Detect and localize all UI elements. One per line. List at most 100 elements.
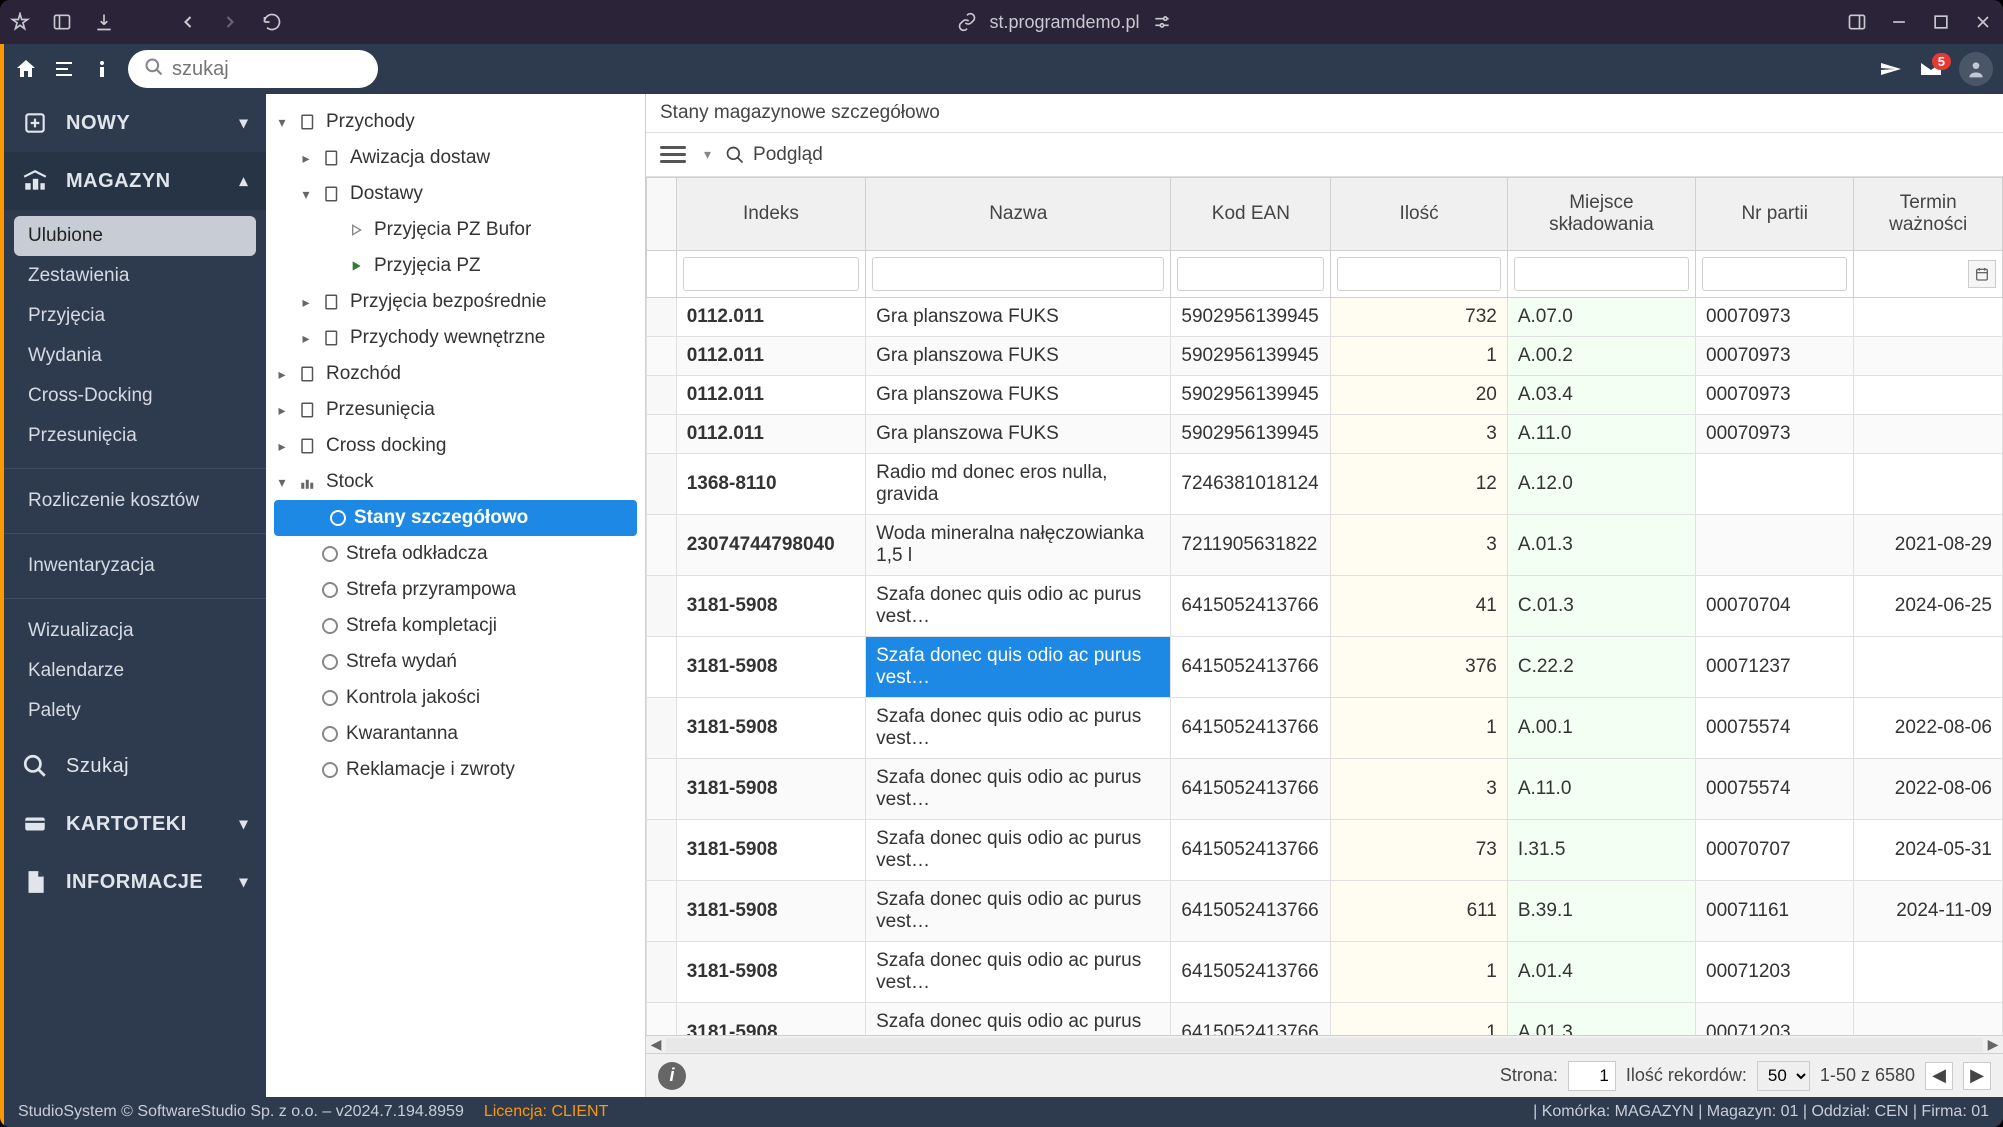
column-filter-input[interactable]: [1337, 257, 1501, 291]
cell[interactable]: 6415052413766: [1171, 698, 1331, 759]
collapse-icon[interactable]: ▾: [274, 474, 290, 491]
cell[interactable]: 00070973: [1696, 415, 1854, 454]
cell[interactable]: 3181-5908: [676, 1003, 865, 1036]
cell[interactable]: 3: [1331, 759, 1508, 820]
cell[interactable]: 6415052413766: [1171, 942, 1331, 1003]
panel-icon[interactable]: [1847, 12, 1867, 32]
scroll-right-icon[interactable]: ▶: [1983, 1036, 2003, 1053]
cell[interactable]: Szafa donec quis odio ac purus vest…: [866, 759, 1171, 820]
column-filter-input[interactable]: [872, 257, 1164, 291]
tree-odkladcza[interactable]: Strefa odkładcza: [266, 536, 645, 572]
table-row[interactable]: 3181-5908Szafa donec quis odio ac purus …: [647, 576, 2003, 637]
cell[interactable]: 6415052413766: [1171, 1003, 1331, 1036]
sidebar-item[interactable]: Inwentaryzacja: [14, 546, 256, 586]
table-row[interactable]: 23074744798040Woda mineralna nałęczowian…: [647, 515, 2003, 576]
app-icon[interactable]: [10, 12, 30, 32]
cell[interactable]: [1854, 637, 2003, 698]
cell[interactable]: 5902956139945: [1171, 376, 1331, 415]
cell[interactable]: 00070704: [1696, 576, 1854, 637]
cell[interactable]: C.22.2: [1507, 637, 1695, 698]
cell[interactable]: 376: [1331, 637, 1508, 698]
tree-pz-bufor[interactable]: Przyjęcia PZ Bufor: [266, 212, 645, 248]
tree-jakosci[interactable]: Kontrola jakości: [266, 680, 645, 716]
cell[interactable]: [1696, 515, 1854, 576]
close-icon[interactable]: [1973, 12, 1993, 32]
cell[interactable]: 1: [1331, 942, 1508, 1003]
sidebar-item[interactable]: Przyjęcia: [14, 296, 256, 336]
cell[interactable]: 5902956139945: [1171, 337, 1331, 376]
cell[interactable]: 1: [1331, 698, 1508, 759]
cell[interactable]: 3181-5908: [676, 637, 865, 698]
cell[interactable]: 2022-08-06: [1854, 759, 2003, 820]
cell[interactable]: [1854, 1003, 2003, 1036]
column-header[interactable]: Miejsce składowania: [1507, 178, 1695, 251]
cell[interactable]: [1854, 337, 2003, 376]
column-header[interactable]: Termin ważności: [1854, 178, 2003, 251]
cell[interactable]: [1854, 376, 2003, 415]
sidebar-item[interactable]: Ulubione: [14, 216, 256, 256]
cell[interactable]: 00071203: [1696, 1003, 1854, 1036]
tree-kompletacji[interactable]: Strefa kompletacji: [266, 608, 645, 644]
cell[interactable]: 1: [1331, 337, 1508, 376]
cell[interactable]: 00071237: [1696, 637, 1854, 698]
tree-wydan[interactable]: Strefa wydań: [266, 644, 645, 680]
minimize-icon[interactable]: [1889, 12, 1909, 32]
sidebar-item[interactable]: Palety: [14, 691, 256, 731]
expand-icon[interactable]: ▸: [274, 402, 290, 419]
forward-icon[interactable]: [220, 12, 240, 32]
cell[interactable]: A.00.2: [1507, 337, 1695, 376]
settings-icon[interactable]: [1152, 12, 1172, 32]
table-row[interactable]: 3181-5908Szafa donec quis odio ac purus …: [647, 942, 2003, 1003]
cell[interactable]: 20: [1331, 376, 1508, 415]
cell[interactable]: 41: [1331, 576, 1508, 637]
cell[interactable]: I.31.5: [1507, 820, 1695, 881]
collapse-icon[interactable]: ▾: [274, 114, 290, 131]
cell[interactable]: 1368-8110: [676, 454, 865, 515]
date-picker-icon[interactable]: [1968, 260, 1996, 288]
cell[interactable]: 732: [1331, 298, 1508, 337]
tree-rozchod[interactable]: ▸Rozchód: [266, 356, 645, 392]
cell[interactable]: 6415052413766: [1171, 576, 1331, 637]
cell[interactable]: Gra planszowa FUKS: [866, 337, 1171, 376]
table-row[interactable]: 0112.011Gra planszowa FUKS59029561399453…: [647, 415, 2003, 454]
cell[interactable]: 6415052413766: [1171, 820, 1331, 881]
tree-dostawy[interactable]: ▾Dostawy: [266, 176, 645, 212]
cell[interactable]: 5902956139945: [1171, 415, 1331, 454]
cell[interactable]: Szafa donec quis odio ac purus vest…: [866, 942, 1171, 1003]
cell[interactable]: A.11.0: [1507, 415, 1695, 454]
column-header[interactable]: Kod EAN: [1171, 178, 1331, 251]
cell[interactable]: B.39.1: [1507, 881, 1695, 942]
cell[interactable]: Woda mineralna nałęczowianka 1,5 l: [866, 515, 1171, 576]
tree-awizacja[interactable]: ▸Awizacja dostaw: [266, 140, 645, 176]
sidebar-informacje[interactable]: INFORMACJE ▾: [4, 853, 266, 911]
expand-icon[interactable]: ▸: [274, 438, 290, 455]
cell[interactable]: [1696, 454, 1854, 515]
cell[interactable]: 611: [1331, 881, 1508, 942]
table-row[interactable]: 3181-5908Szafa donec quis odio ac purus …: [647, 637, 2003, 698]
tree-przyrampowa[interactable]: Strefa przyrampowa: [266, 572, 645, 608]
cell[interactable]: 2024-11-09: [1854, 881, 2003, 942]
cell[interactable]: A.11.0: [1507, 759, 1695, 820]
next-page-button[interactable]: ▶: [1963, 1062, 1991, 1090]
cell[interactable]: Gra planszowa FUKS: [866, 298, 1171, 337]
search-input[interactable]: [172, 58, 362, 81]
cell[interactable]: 00075574: [1696, 698, 1854, 759]
preview-button[interactable]: Podgląd: [725, 144, 823, 166]
cell[interactable]: [1854, 942, 2003, 1003]
user-avatar[interactable]: [1959, 52, 1993, 86]
download-icon[interactable]: [94, 12, 114, 32]
table-row[interactable]: 3181-5908Szafa donec quis odio ac purus …: [647, 1003, 2003, 1036]
column-header[interactable]: Nr partii: [1696, 178, 1854, 251]
cell[interactable]: 6415052413766: [1171, 759, 1331, 820]
cell[interactable]: 3181-5908: [676, 942, 865, 1003]
cell[interactable]: [1854, 415, 2003, 454]
cell[interactable]: Szafa donec quis odio ac purus vest…: [866, 698, 1171, 759]
column-filter-input[interactable]: [683, 257, 859, 291]
cell[interactable]: 3181-5908: [676, 759, 865, 820]
cell[interactable]: 00070707: [1696, 820, 1854, 881]
cell[interactable]: 5902956139945: [1171, 298, 1331, 337]
menu-icon[interactable]: [656, 142, 690, 167]
cell[interactable]: 12: [1331, 454, 1508, 515]
cell[interactable]: [1854, 298, 2003, 337]
tree-reklamacje[interactable]: Reklamacje i zwroty: [266, 752, 645, 788]
